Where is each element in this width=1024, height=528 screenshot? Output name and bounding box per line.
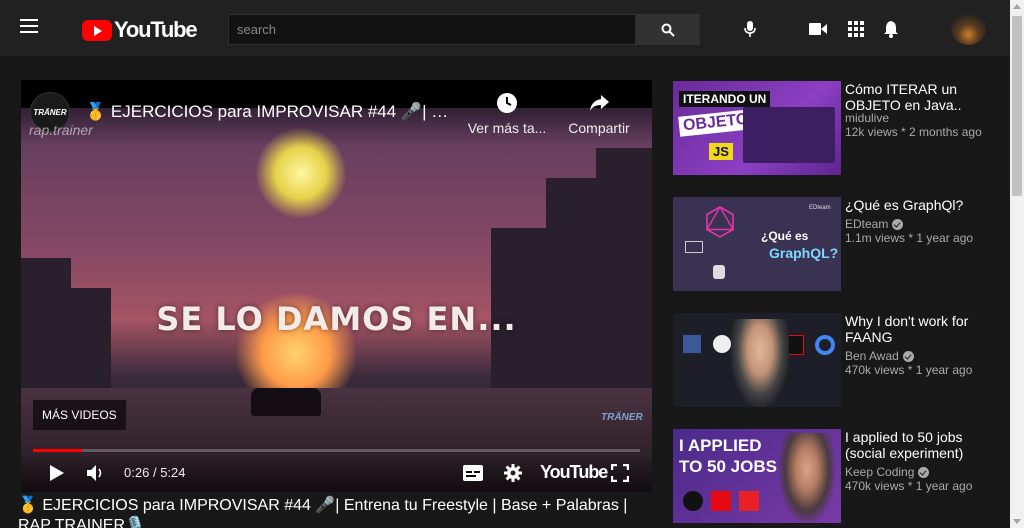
recommendation-title[interactable]: ¿Qué es GraphQl?: [845, 197, 990, 213]
google-logo-icon: [815, 335, 835, 355]
page-scrollbar[interactable]: [1010, 0, 1024, 528]
video-frame[interactable]: SE LO DAMOS EN...: [21, 108, 652, 492]
recommendation-meta: 470k views * 1 year ago: [845, 479, 973, 493]
apps-grid-icon[interactable]: [845, 18, 867, 40]
recommendation-item[interactable]: Why I don't work for FAANG Ben Awad 470k…: [673, 313, 993, 409]
video-thumbnail[interactable]: I APPLIED TO 50 JOBS: [673, 429, 841, 523]
user-avatar[interactable]: [951, 10, 986, 45]
presenter-image: [731, 319, 789, 407]
video-thumbnail[interactable]: ¿Qué es GraphQL? EDteam: [673, 197, 841, 291]
recommendation-meta: 470k views * 1 year ago: [845, 363, 973, 377]
verified-badge-icon: [892, 218, 904, 230]
verified-badge-icon: [902, 350, 914, 362]
recommendation-title[interactable]: I applied to 50 jobs (social experiment): [845, 429, 990, 461]
search-input[interactable]: [228, 14, 636, 45]
presenter-image: [779, 433, 835, 523]
bell-icon[interactable]: [880, 18, 902, 40]
current-time: 0:26: [124, 465, 150, 480]
watch-later-label: Ver más ta...: [467, 120, 547, 136]
player-title[interactable]: 🥇 EJERCICIOS para IMPROVISAR #44 🎤| Entr…: [85, 102, 455, 122]
recommendation-channel[interactable]: Keep Coding: [845, 465, 930, 479]
player-controls: 0:26 / 5:24 YouTube: [21, 454, 652, 492]
recommendation-title[interactable]: Cómo ITERAR un OBJETO en Java..: [845, 81, 990, 113]
progress-played: [33, 449, 82, 452]
progress-bar[interactable]: [33, 449, 640, 452]
video-camera-icon[interactable]: [807, 18, 829, 40]
fullscreen-button[interactable]: [610, 462, 630, 484]
clock-icon: [497, 93, 517, 113]
verified-badge-icon: [918, 466, 930, 478]
search-icon: [661, 23, 675, 37]
video-thumbnail[interactable]: ITERANDO UN OBJETO JS: [673, 81, 841, 175]
thumbnail-text: GraphQL?: [769, 245, 839, 261]
thumbnail-monitor-icon: [685, 241, 703, 253]
share-label: Compartir: [568, 120, 630, 136]
youtube-logo[interactable]: YouTube: [82, 17, 198, 43]
video-thumbnail[interactable]: [673, 313, 841, 407]
amazon-logo-icon: [713, 335, 731, 353]
recommendation-item[interactable]: ¿Qué es GraphQL? EDteam ¿Qué es GraphQl?…: [673, 197, 993, 293]
recommendation-meta: 1.1m views * 1 year ago: [845, 231, 974, 245]
video-caption: SE LO DAMOS EN...: [156, 300, 517, 338]
thumbnail-text: EDteam: [809, 205, 831, 211]
microphone-icon[interactable]: [739, 18, 761, 40]
video-title: 🥇 EJERCICIOS para IMPROVISAR #44 🎤| Entr…: [18, 497, 628, 528]
settings-button[interactable]: [502, 462, 524, 484]
recommendation-item[interactable]: I APPLIED TO 50 JOBS I applied to 50 job…: [673, 429, 993, 525]
play-icon: [50, 465, 64, 481]
watch-later-button[interactable]: Ver más ta...: [467, 92, 547, 136]
scroll-down-arrow-icon[interactable]: [1013, 519, 1021, 524]
recommendation-channel[interactable]: EDteam: [845, 217, 904, 231]
thumbnail-text-line: TO 50 JOBS: [679, 457, 777, 476]
video-scene-car: [251, 388, 321, 416]
netflix-logo-icon: [711, 491, 731, 511]
tiktok-logo-icon: [683, 491, 703, 511]
play-button[interactable]: [47, 462, 67, 484]
recommendation-title[interactable]: Why I don't work for FAANG: [845, 313, 990, 345]
search-button[interactable]: [636, 14, 700, 45]
recommendation-channel[interactable]: Ben Awad: [845, 349, 914, 363]
time-display: 0:26 / 5:24: [124, 465, 186, 480]
more-videos-button[interactable]: MÁS VIDEOS: [33, 400, 126, 430]
thumbnail-database-icon: [713, 265, 725, 279]
menu-icon[interactable]: [20, 19, 38, 37]
recommendation-item[interactable]: ITERANDO UN OBJETO JS Cómo ITERAR un OBJ…: [673, 81, 993, 177]
thumbnail-text-line: I APPLIED: [679, 436, 762, 455]
youtube-play-icon: [82, 19, 112, 41]
channel-name[interactable]: midulive: [845, 111, 889, 125]
top-bar: YouTube: [0, 0, 1010, 56]
tesla-logo-icon: [739, 491, 759, 511]
volume-icon: [87, 465, 102, 481]
logo-text: YouTube: [114, 17, 198, 42]
share-arrow-icon: [590, 95, 609, 111]
subtitles-icon: [463, 465, 483, 481]
brand-watermark: TRÄNER: [601, 412, 643, 423]
recommendation-channel[interactable]: midulive: [845, 111, 889, 125]
recommendation-meta: 12k views * 2 months ago: [845, 125, 982, 139]
gear-icon: [504, 464, 522, 482]
fullscreen-icon: [611, 464, 629, 482]
video-scene-building: [596, 148, 652, 398]
thumbnail-text: JS: [709, 143, 733, 160]
time-separator: /: [152, 465, 157, 480]
thumbnail-text: I APPLIED TO 50 JOBS: [679, 435, 777, 477]
thumbnail-text: ¿Qué es: [761, 229, 809, 243]
share-button[interactable]: Compartir: [565, 92, 633, 136]
volume-button[interactable]: [85, 462, 107, 484]
channel-name[interactable]: Ben Awad: [845, 349, 899, 363]
video-scene-building: [546, 178, 596, 398]
thumbnail-text: ITERANDO UN: [679, 91, 771, 107]
thumbnail-code-panel: [743, 107, 835, 163]
channel-name[interactable]: Keep Coding: [845, 465, 914, 479]
graphql-logo-icon: [705, 205, 735, 238]
scroll-up-arrow-icon[interactable]: [1013, 4, 1021, 9]
video-player[interactable]: SE LO DAMOS EN... TRÄNER 🥇 EJERCICIOS pa…: [21, 80, 652, 492]
duration: 5:24: [160, 465, 186, 480]
subtitles-button[interactable]: [462, 462, 484, 484]
facebook-logo-icon: [683, 335, 701, 353]
channel-name[interactable]: EDteam: [845, 217, 888, 231]
channel-watermark: rap.trainer: [29, 122, 93, 138]
youtube-watch-link[interactable]: YouTube: [540, 462, 608, 483]
scroll-thumb[interactable]: [1012, 16, 1022, 196]
